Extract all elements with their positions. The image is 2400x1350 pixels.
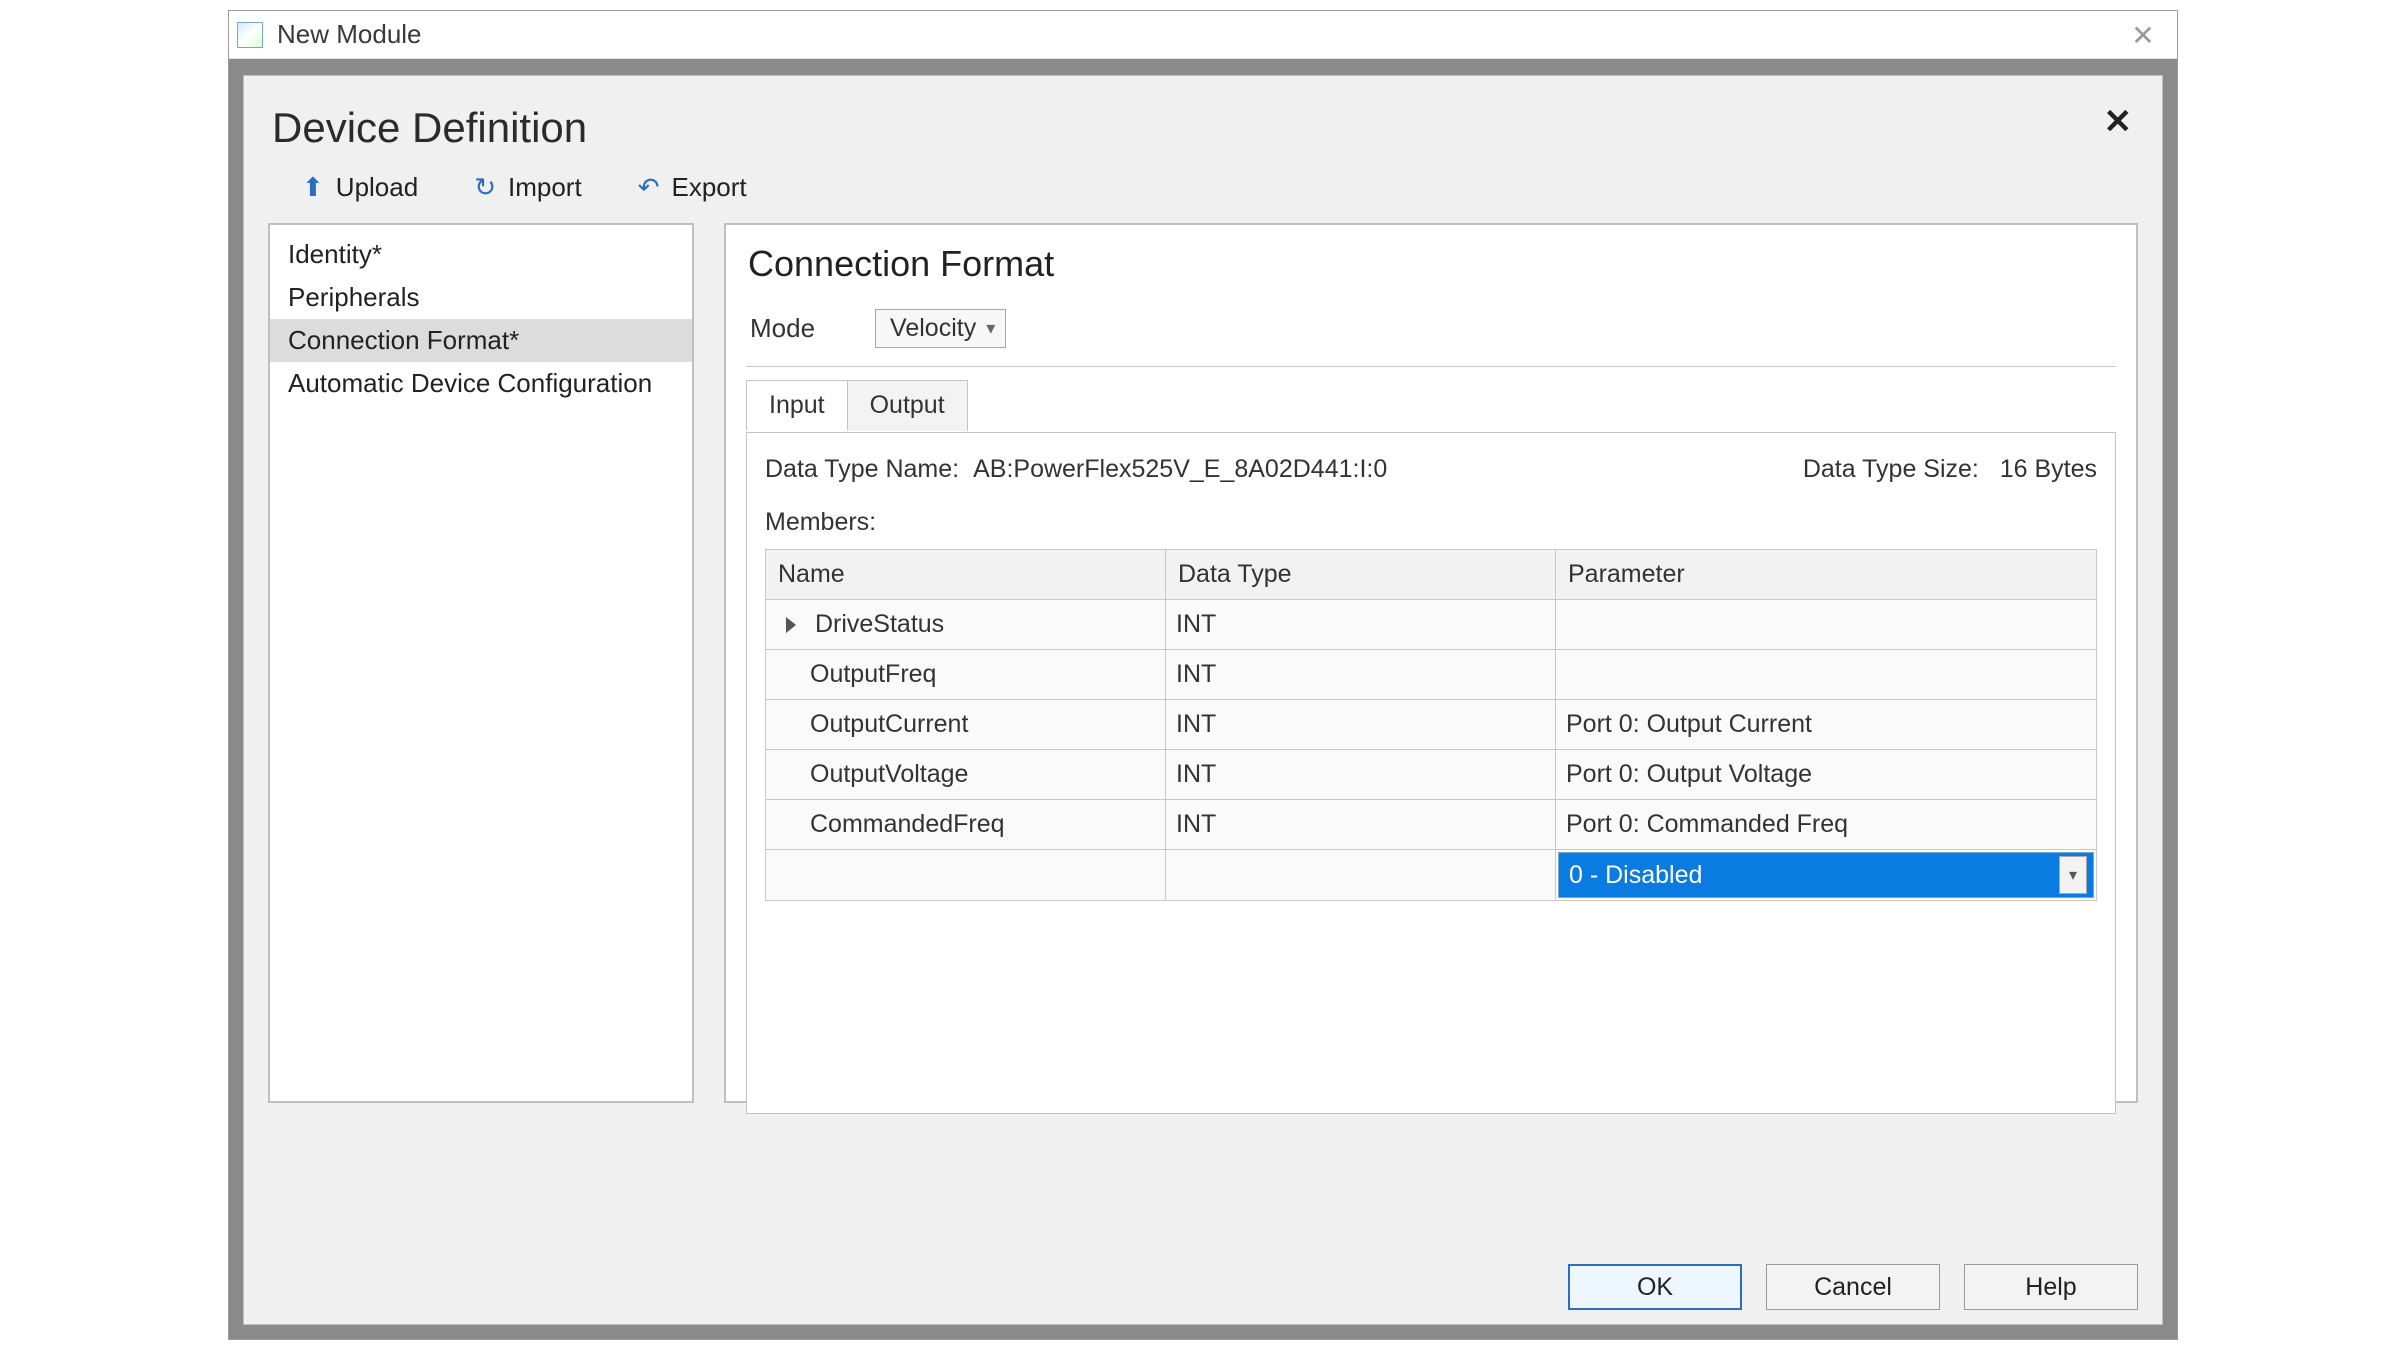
tabstrip: Input Output bbox=[746, 380, 2116, 431]
member-name: DriveStatus bbox=[815, 610, 944, 638]
device-definition-panel: Device Definition ✕ ⬆ Upload ↻ Import ↶ … bbox=[243, 75, 2163, 1325]
nav-item-peripherals[interactable]: Peripherals bbox=[270, 276, 692, 319]
member-name: CommandedFreq bbox=[810, 810, 1005, 838]
export-label: Export bbox=[671, 172, 746, 203]
member-parameter[interactable]: Port 0: Output Voltage bbox=[1556, 750, 2097, 800]
data-type-name-label: Data Type Name: bbox=[765, 455, 959, 484]
nav-pane: Identity* Peripherals Connection Format*… bbox=[268, 223, 694, 1103]
tabs-content: Data Type Name: AB:PowerFlex525V_E_8A02D… bbox=[746, 432, 2116, 1114]
nav-item-identity[interactable]: Identity* bbox=[270, 233, 692, 276]
table-row[interactable]: CommandedFreq INT Port 0: Commanded Freq bbox=[766, 800, 2097, 850]
member-name: OutputVoltage bbox=[810, 760, 968, 788]
help-button[interactable]: Help bbox=[1964, 1264, 2138, 1310]
members-label: Members: bbox=[765, 508, 2097, 537]
member-name: OutputCurrent bbox=[810, 710, 968, 738]
main-pane: Connection Format Mode Velocity ▾ Input bbox=[724, 223, 2138, 1103]
tab-output[interactable]: Output bbox=[847, 380, 968, 431]
nav-item-auto-device-config[interactable]: Automatic Device Configuration bbox=[270, 362, 692, 405]
table-row-new[interactable]: 0 - Disabled ▾ bbox=[766, 850, 2097, 901]
panel-close-button[interactable]: ✕ bbox=[2104, 102, 2133, 142]
member-datatype: INT bbox=[1166, 800, 1556, 850]
chevron-down-icon: ▾ bbox=[2069, 865, 2077, 885]
parameter-select[interactable]: 0 - Disabled ▾ bbox=[1558, 852, 2094, 898]
export-button[interactable]: ↶ Export bbox=[638, 172, 747, 203]
window-close-button[interactable]: ✕ bbox=[2123, 17, 2163, 53]
data-type-name-value: AB:PowerFlex525V_E_8A02D441:I:0 bbox=[973, 455, 1387, 484]
panel-title: Device Definition bbox=[272, 104, 2134, 152]
mode-select[interactable]: Velocity ▾ bbox=[875, 309, 1006, 348]
import-button[interactable]: ↻ Import bbox=[474, 172, 581, 203]
col-header-datatype[interactable]: Data Type bbox=[1166, 550, 1556, 600]
upload-label: Upload bbox=[336, 172, 418, 203]
data-type-size-value: 16 Bytes bbox=[2000, 455, 2097, 483]
chevron-down-icon: ▾ bbox=[986, 318, 995, 339]
grid-header-row: Name Data Type Parameter bbox=[766, 550, 2097, 600]
dropdown-button[interactable]: ▾ bbox=[2059, 856, 2087, 894]
member-name: OutputFreq bbox=[810, 660, 936, 688]
member-name-empty[interactable] bbox=[766, 850, 1166, 901]
ok-button[interactable]: OK bbox=[1568, 1264, 1742, 1310]
cancel-button[interactable]: Cancel bbox=[1766, 1264, 1940, 1310]
table-row[interactable]: OutputFreq INT bbox=[766, 650, 2097, 700]
import-icon: ↻ bbox=[474, 172, 496, 203]
member-datatype: INT bbox=[1166, 600, 1556, 650]
upload-button[interactable]: ⬆ Upload bbox=[302, 172, 418, 203]
titlebar: New Module ✕ bbox=[229, 11, 2177, 59]
upload-icon: ⬆ bbox=[302, 172, 324, 203]
table-row[interactable]: OutputCurrent INT Port 0: Output Current bbox=[766, 700, 2097, 750]
app-icon bbox=[237, 22, 263, 48]
parameter-select-value: 0 - Disabled bbox=[1569, 861, 1702, 890]
table-row[interactable]: DriveStatus INT bbox=[766, 600, 2097, 650]
nav-item-connection-format[interactable]: Connection Format* bbox=[270, 319, 692, 362]
members-grid: Name Data Type Parameter bbox=[765, 549, 2097, 901]
member-parameter[interactable] bbox=[1556, 600, 2097, 650]
mode-label: Mode bbox=[750, 313, 815, 344]
section-title: Connection Format bbox=[748, 243, 2116, 285]
member-parameter[interactable] bbox=[1556, 650, 2097, 700]
member-datatype: INT bbox=[1166, 650, 1556, 700]
col-header-name[interactable]: Name bbox=[766, 550, 1166, 600]
expand-icon[interactable] bbox=[786, 617, 796, 633]
member-datatype-empty[interactable] bbox=[1166, 850, 1556, 901]
window-body: Device Definition ✕ ⬆ Upload ↻ Import ↶ … bbox=[229, 59, 2177, 1339]
window-title: New Module bbox=[277, 19, 422, 50]
window-new-module: New Module ✕ Device Definition ✕ ⬆ Uploa… bbox=[228, 10, 2178, 1340]
tab-input[interactable]: Input bbox=[746, 380, 848, 431]
table-row[interactable]: OutputVoltage INT Port 0: Output Voltage bbox=[766, 750, 2097, 800]
member-parameter[interactable]: Port 0: Commanded Freq bbox=[1556, 800, 2097, 850]
member-parameter[interactable]: Port 0: Output Current bbox=[1556, 700, 2097, 750]
toolbar: ⬆ Upload ↻ Import ↶ Export bbox=[268, 172, 2138, 223]
export-icon: ↶ bbox=[638, 172, 660, 203]
member-datatype: INT bbox=[1166, 700, 1556, 750]
data-type-size-label: Data Type Size: bbox=[1803, 455, 1979, 483]
col-header-parameter[interactable]: Parameter bbox=[1556, 550, 2097, 600]
member-datatype: INT bbox=[1166, 750, 1556, 800]
footer-buttons: OK Cancel Help bbox=[1568, 1264, 2138, 1310]
import-label: Import bbox=[508, 172, 582, 203]
mode-value: Velocity bbox=[890, 314, 976, 343]
